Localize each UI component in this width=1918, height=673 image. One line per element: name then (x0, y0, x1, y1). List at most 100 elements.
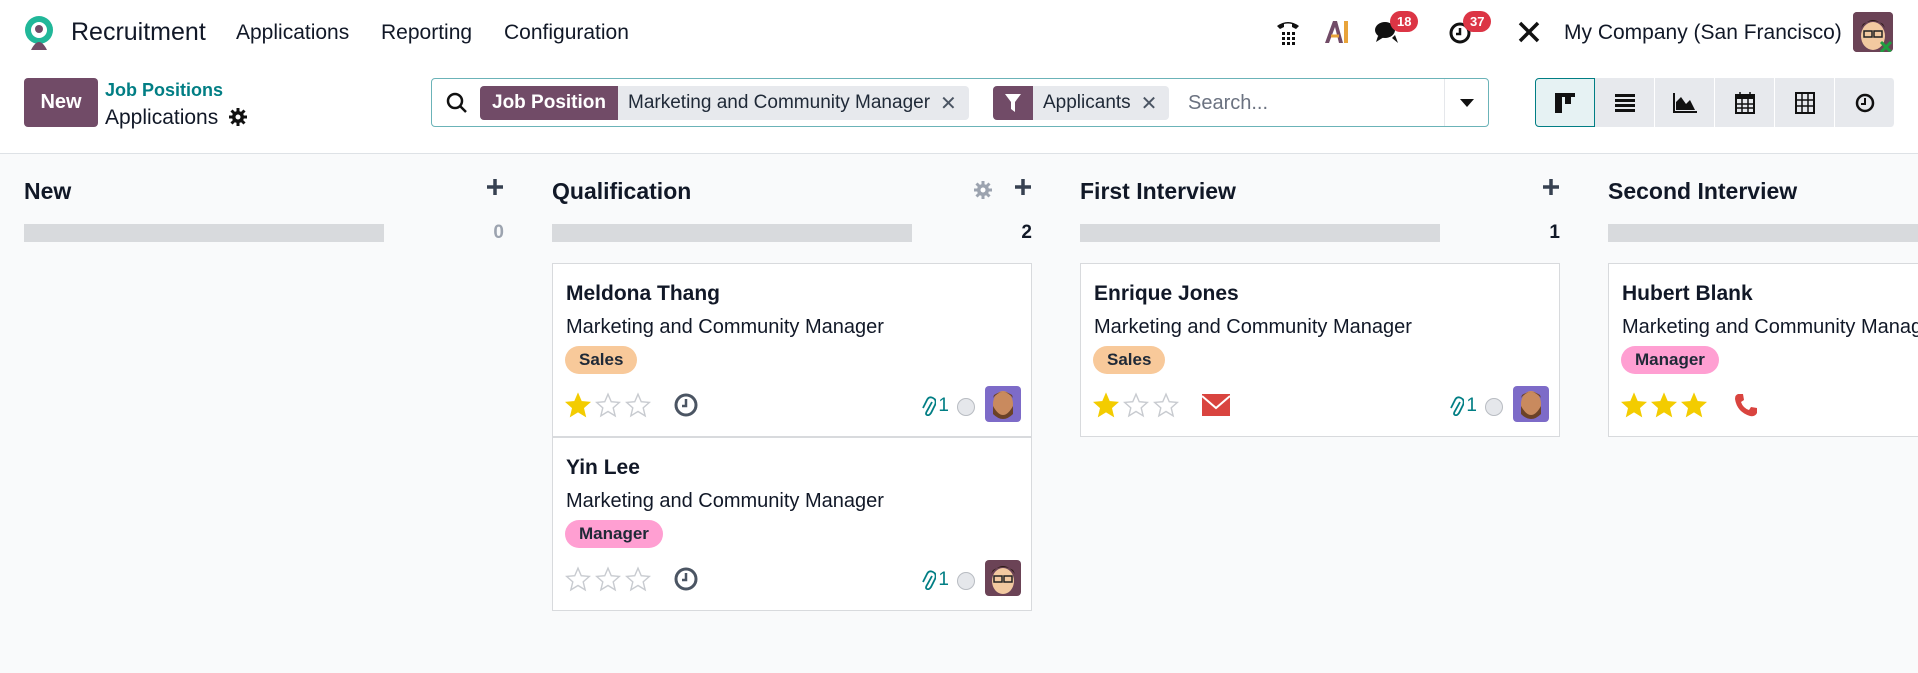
column-count: 1 (1549, 222, 1560, 243)
star-empty-icon[interactable] (594, 566, 622, 597)
list-icon (1614, 93, 1635, 112)
calendar-icon (1734, 91, 1755, 114)
kanban-state-dot[interactable] (957, 572, 975, 590)
assignee-avatar[interactable] (985, 560, 1021, 596)
star-filled-icon[interactable] (1620, 392, 1648, 423)
applicant-job: Marketing and Community Manager (1094, 316, 1412, 338)
star-filled-icon[interactable] (564, 392, 592, 423)
column-title[interactable]: Qualification (552, 178, 691, 205)
menu-configuration[interactable]: Configuration (504, 21, 629, 45)
star-empty-icon[interactable] (564, 566, 592, 597)
clock-icon[interactable] (673, 566, 699, 597)
ai-icon[interactable] (1322, 16, 1352, 48)
priority-stars[interactable] (564, 566, 652, 597)
facet-filter: Applicants ✕ (993, 86, 1170, 120)
star-empty-icon[interactable] (1122, 392, 1150, 423)
star-empty-icon[interactable] (624, 392, 652, 423)
filter-icon (993, 86, 1033, 120)
clock-icon[interactable] (673, 392, 699, 423)
activity-view-button[interactable] (1835, 78, 1895, 127)
pivot-view-button[interactable] (1775, 78, 1835, 127)
attachments-number: 1 (938, 569, 949, 590)
gear-icon[interactable] (229, 108, 247, 126)
star-empty-icon[interactable] (1152, 392, 1180, 423)
debug-tools-icon[interactable] (1514, 16, 1544, 48)
quick-create-plus-icon[interactable] (1014, 178, 1032, 196)
search-input[interactable] (1188, 87, 1448, 119)
control-panel: New Job Positions Applications Job Posit… (0, 64, 1918, 154)
search-options-toggle[interactable] (1444, 79, 1488, 126)
applicant-card[interactable]: Meldona Thang Marketing and Community Ma… (552, 263, 1032, 437)
kanban-state-dot[interactable] (957, 398, 975, 416)
column-progress-bar[interactable] (1080, 224, 1440, 242)
tag-badge: Manager (1621, 346, 1719, 374)
star-empty-icon[interactable] (624, 566, 652, 597)
area-chart-icon (1672, 92, 1697, 113)
kanban-icon (1555, 92, 1575, 113)
attachments-number: 1 (938, 395, 949, 416)
graph-view-button[interactable] (1655, 78, 1715, 127)
kanban-state-dot[interactable] (1485, 398, 1503, 416)
breadcrumb-current: Applications (105, 106, 219, 129)
column-progress-bar[interactable] (552, 224, 912, 242)
company-switcher[interactable]: My Company (San Francisco) (1564, 21, 1842, 45)
attachments-count[interactable]: 1 (922, 395, 949, 417)
paperclip-icon (1450, 396, 1465, 416)
applicant-name: Meldona Thang (566, 282, 720, 305)
column-title[interactable]: Second Interview (1608, 178, 1797, 205)
new-button[interactable]: New (24, 78, 98, 127)
priority-stars[interactable] (564, 392, 652, 423)
breadcrumb-job-positions[interactable]: Job Positions (105, 80, 223, 101)
recruitment-app-icon[interactable] (22, 14, 56, 50)
facet-value: Marketing and Community Manager (628, 92, 931, 113)
star-filled-icon[interactable] (1650, 392, 1678, 423)
tag-badge: Sales (565, 346, 638, 374)
remove-facet-icon[interactable]: ✕ (1141, 91, 1170, 116)
column-title[interactable]: New (24, 178, 71, 205)
priority-stars[interactable] (1092, 392, 1180, 423)
star-filled-icon[interactable] (1092, 392, 1120, 423)
menu-reporting[interactable]: Reporting (381, 21, 472, 45)
search-bar: Job Position Marketing and Community Man… (431, 78, 1489, 127)
column-count: 0 (493, 222, 504, 243)
priority-stars[interactable] (1620, 392, 1708, 423)
paperclip-icon (922, 570, 937, 590)
phone-icon[interactable] (1733, 392, 1759, 423)
app-name[interactable]: Recruitment (71, 18, 206, 47)
user-avatar[interactable] (1853, 12, 1893, 52)
clock-icon (1855, 93, 1874, 112)
menu-applications[interactable]: Applications (236, 21, 349, 45)
column-title[interactable]: First Interview (1080, 178, 1236, 205)
column-settings-gear-icon[interactable] (974, 181, 992, 199)
tag-badge: Sales (1093, 346, 1166, 374)
search-icon[interactable] (446, 92, 468, 114)
assignee-avatar[interactable] (1513, 386, 1549, 422)
quick-create-plus-icon[interactable] (1542, 178, 1560, 196)
activities-badge: 37 (1463, 11, 1492, 32)
view-switcher (1535, 78, 1895, 127)
applicant-card[interactable]: Yin Lee Marketing and Community Manager … (552, 437, 1032, 611)
kanban-view-button[interactable] (1535, 78, 1595, 127)
facet-label: Job Position (480, 86, 618, 120)
tag-badge: Manager (565, 520, 663, 548)
applicant-card[interactable]: Enrique Jones Marketing and Community Ma… (1080, 263, 1560, 437)
applicant-job: Marketing and Community Manager (1622, 316, 1918, 338)
activities-clock-icon[interactable]: 37 (1446, 11, 1492, 48)
voip-phone-icon[interactable] (1272, 16, 1304, 48)
facet-value: Applicants (1043, 92, 1131, 113)
quick-create-plus-icon[interactable] (486, 178, 504, 196)
column-progress-bar[interactable] (1608, 224, 1918, 242)
attachments-count[interactable]: 1 (1450, 395, 1477, 417)
applicant-card[interactable]: Hubert Blank Marketing and Community Man… (1608, 263, 1918, 437)
remove-facet-icon[interactable]: ✕ (940, 91, 969, 116)
list-view-button[interactable] (1595, 78, 1655, 127)
calendar-view-button[interactable] (1715, 78, 1775, 127)
attachments-count[interactable]: 1 (922, 569, 949, 591)
star-empty-icon[interactable] (594, 392, 622, 423)
star-filled-icon[interactable] (1680, 392, 1708, 423)
applicant-job: Marketing and Community Manager (566, 316, 884, 338)
column-progress-bar[interactable] (24, 224, 384, 242)
assignee-avatar[interactable] (985, 386, 1021, 422)
messages-icon[interactable]: 18 (1373, 11, 1419, 48)
envelope-icon[interactable] (1201, 392, 1231, 423)
